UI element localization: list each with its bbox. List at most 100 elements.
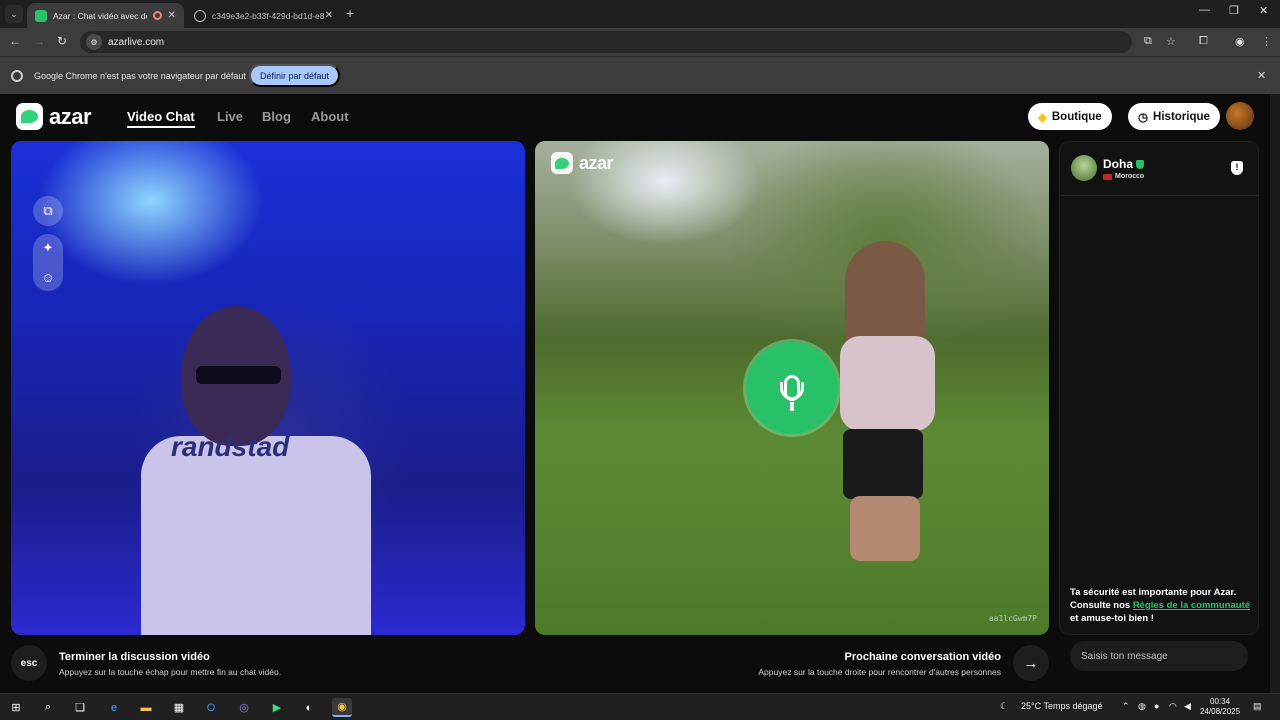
clock[interactable]: 00:34 24/08/2025	[1200, 697, 1240, 717]
outlook-icon[interactable]: O	[201, 698, 221, 717]
windows-taskbar: ⊞ ⌕ ❑ e ▬ ▦ O ◎ ▶ ◐ ◉ ☾ 25°C Temps dégag…	[0, 693, 1280, 720]
end-chat-subtitle: Appuyez sur la touche échap pour mettre …	[59, 667, 282, 677]
safety-text-end: et amuse-toi bien !	[1070, 613, 1154, 624]
restore-icon[interactable]: ❐	[1229, 4, 1239, 17]
clock-icon: ◷	[1138, 111, 1149, 124]
steam-icon[interactable]: ◐	[299, 698, 319, 717]
forward-icon[interactable]: →	[33, 34, 45, 48]
tab-title: c349e3e2-b33f-429d-bd1d-e8	[212, 10, 325, 21]
azar-logo-icon	[551, 152, 573, 174]
partner-name-row: Doha	[1103, 157, 1144, 171]
extensions-icon[interactable]: ⧠	[1199, 35, 1208, 48]
verified-badge-icon	[1136, 160, 1144, 169]
video-side-controls: ⧉ ✦ ☺	[33, 196, 63, 291]
user-avatar[interactable]	[1226, 102, 1254, 130]
historique-button[interactable]: ◷ Historique	[1128, 103, 1220, 130]
chrome-icon	[11, 70, 23, 82]
gem-icon: ◆	[1038, 111, 1047, 124]
address-text: azarlive.com	[108, 36, 165, 48]
azar-logo[interactable]: azar	[16, 103, 92, 130]
self-camera-image: randstad	[141, 306, 391, 635]
search-icon[interactable]: ⌕	[38, 698, 58, 717]
infobar-message: Google Chrome n'est pas votre navigateur…	[34, 71, 246, 81]
globe-icon	[194, 9, 206, 22]
azar-logo-icon	[16, 103, 43, 130]
mic-tray-icon[interactable]: ●	[1154, 701, 1159, 711]
browser-toolbar: ← → ↻ ⚙ azarlive.com ⧉ ☆ ⧠ ◉ ⋮	[0, 28, 1280, 56]
self-video: randstad ⧉ ✦ ☺	[11, 141, 525, 635]
next-chat-title: Prochaine conversation vidéo	[844, 651, 1002, 663]
tab-title: Azar : Chat vidéo avec de n	[53, 10, 147, 21]
partner-video: azar aa1lcGwm7P	[535, 141, 1049, 635]
reload-icon[interactable]: ↻	[57, 34, 67, 48]
default-browser-infobar: Google Chrome n'est pas votre navigateur…	[0, 56, 1280, 94]
windows-start-icon[interactable]: ⊞	[6, 698, 26, 717]
boutique-label: Boutique	[1051, 110, 1102, 123]
close-infobar-icon[interactable]: ✕	[1257, 69, 1266, 82]
safety-notice: Ta sécurité est importante pour Azar. Co…	[1070, 586, 1250, 625]
chat-panel: Doha Morocco ! Ta sécurité est important…	[1059, 141, 1259, 635]
partner-avatar[interactable]	[1071, 155, 1097, 181]
time: 00:34	[1210, 697, 1231, 706]
azar-favicon-icon	[35, 9, 47, 22]
historique-label: Historique	[1153, 110, 1210, 123]
back-icon[interactable]: ←	[9, 34, 21, 48]
task-view-icon[interactable]: ❑	[70, 698, 90, 717]
nav-video-chat[interactable]: Video Chat	[127, 109, 195, 128]
set-default-button[interactable]: Définir par défaut	[249, 64, 340, 87]
next-arrow-button[interactable]: →	[1013, 645, 1049, 681]
partner-video-watermark: azar	[551, 152, 614, 174]
file-explorer-icon[interactable]: ▬	[136, 698, 156, 717]
page-scrollbar[interactable]	[1270, 94, 1280, 693]
menu-dots-icon[interactable]: ⋮	[1261, 35, 1272, 48]
install-app-icon[interactable]: ⧉	[1144, 35, 1152, 48]
chrome-taskbar-icon[interactable]: ◉	[332, 698, 352, 717]
store-icon[interactable]: ▦	[169, 698, 189, 717]
partner-name: Doha	[1103, 157, 1133, 171]
close-tab-icon[interactable]: ✕	[168, 10, 176, 21]
new-tab-button[interactable]: +	[346, 5, 354, 21]
weather-text[interactable]: 25°C Temps dégagé	[1021, 701, 1103, 711]
azar-page: azar Video Chat Live Blog About ◆ Boutiq…	[0, 94, 1270, 693]
discord-icon[interactable]: ◎	[234, 698, 254, 717]
tray-chevron-icon[interactable]: ⌃	[1122, 701, 1130, 712]
partner-video-id: aa1lcGwm7P	[988, 614, 1037, 623]
community-rules-link[interactable]: Règles de la communauté	[1133, 600, 1250, 611]
nav-blog[interactable]: Blog	[262, 109, 291, 124]
face-filter-icon[interactable]: ☺	[41, 270, 54, 285]
effects-sparkle-icon[interactable]: ✦	[43, 240, 54, 256]
partner-camera-image	[835, 241, 945, 561]
close-window-icon[interactable]: ✕	[1259, 4, 1268, 17]
morocco-flag-icon	[1103, 173, 1112, 180]
address-bar[interactable]: ⚙ azarlive.com	[80, 31, 1132, 53]
logo-text: azar	[49, 103, 92, 129]
next-chat-subtitle: Appuyez sur la touche droite pour rencon…	[758, 667, 1001, 677]
media-app-icon[interactable]: ▶	[267, 698, 287, 717]
profile-icon[interactable]: ◉	[1235, 35, 1245, 48]
nav-live[interactable]: Live	[217, 109, 243, 124]
camera-switch-icon[interactable]: ⧉	[33, 196, 63, 226]
boutique-button[interactable]: ◆ Boutique	[1028, 103, 1112, 130]
report-shield-icon[interactable]: !	[1231, 161, 1243, 175]
message-input[interactable]	[1070, 641, 1248, 671]
volume-icon[interactable]: ◀	[1184, 701, 1191, 712]
partner-country-row: Morocco	[1103, 173, 1144, 180]
nav-about[interactable]: About	[311, 109, 349, 124]
notifications-icon[interactable]: ▤	[1253, 701, 1262, 712]
browser-tab-strip: ⌄ Azar : Chat vidéo avec de n ✕ c349e3e2…	[0, 0, 1280, 28]
bookmark-star-icon[interactable]: ☆	[1166, 35, 1176, 48]
tab-azar[interactable]: Azar : Chat vidéo avec de n ✕	[27, 3, 184, 28]
partner-country: Morocco	[1115, 173, 1145, 180]
edge-icon[interactable]: e	[104, 698, 124, 717]
close-tab-icon[interactable]: ✕	[325, 10, 333, 21]
date: 24/08/2025	[1200, 707, 1241, 716]
minimize-icon[interactable]: —	[1199, 4, 1210, 16]
microphone-button[interactable]	[746, 342, 838, 434]
network-icon[interactable]: ◍	[1138, 701, 1146, 712]
moon-weather-icon: ☾	[1000, 701, 1009, 711]
wifi-icon[interactable]: ◠	[1169, 701, 1177, 712]
esc-key-button[interactable]: esc	[11, 645, 47, 681]
site-info-icon[interactable]: ⚙	[86, 34, 102, 50]
tab-search-icon[interactable]: ⌄	[5, 5, 23, 23]
tab-second[interactable]: c349e3e2-b33f-429d-bd1d-e8 ✕	[186, 3, 341, 28]
